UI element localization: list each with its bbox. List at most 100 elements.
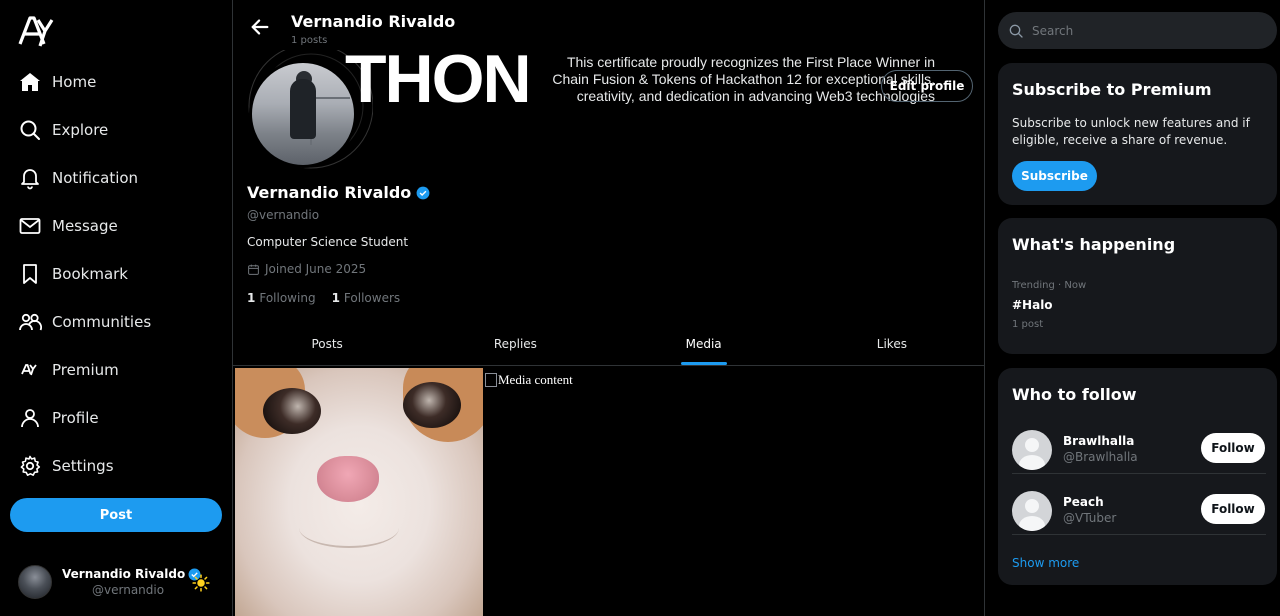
nav-notification-label: Notification <box>52 169 139 187</box>
nav-home-label: Home <box>52 73 97 91</box>
follow-handle: @VTuber <box>1063 511 1117 525</box>
media-item-cat-image[interactable] <box>235 368 483 616</box>
profile-avatar[interactable] <box>249 60 357 168</box>
nav-premium-label: Premium <box>52 361 119 379</box>
follow-handle: @Brawlhalla <box>1063 450 1138 464</box>
media-grid: Media content <box>233 367 984 616</box>
bookmark-icon <box>18 262 42 286</box>
tab-replies[interactable]: Replies <box>421 322 609 365</box>
nav-home[interactable]: Home <box>0 58 232 106</box>
left-sidebar: Home Explore Notification Message Bookma… <box>0 0 232 616</box>
post-button[interactable]: Post <box>10 498 222 532</box>
trend-meta: Trending · Now <box>1012 280 1087 291</box>
subscribe-button[interactable]: Subscribe <box>1012 161 1097 191</box>
premium-card: Subscribe to Premium Subscribe to unlock… <box>998 63 1277 205</box>
premium-title: Subscribe to Premium <box>1012 80 1212 99</box>
tab-media[interactable]: Media <box>610 322 798 365</box>
default-avatar-icon <box>1012 430 1052 470</box>
profile-bio: Computer Science Student <box>247 235 409 249</box>
following-count: 1 <box>247 291 256 305</box>
mail-icon <box>18 214 42 238</box>
nav-bookmark-label: Bookmark <box>52 265 128 283</box>
account-text: Vernandio Rivaldo @vernandio <box>62 567 201 597</box>
media-item-broken[interactable]: Media content <box>485 368 984 616</box>
edit-profile-button[interactable]: Edit profile <box>881 70 973 102</box>
cat-eye-right <box>403 382 461 428</box>
nav-message-label: Message <box>52 217 118 235</box>
sun-icon <box>192 574 210 592</box>
main-nav: Home Explore Notification Message Bookma… <box>0 58 232 490</box>
happening-title: What's happening <box>1012 235 1176 254</box>
search-icon <box>1009 24 1023 38</box>
nav-settings-label: Settings <box>52 457 114 475</box>
profile-joined: Joined June 2025 <box>247 262 366 276</box>
followers-count: 1 <box>331 291 340 305</box>
profile-main: THON This certificate proudly recognizes… <box>232 0 985 616</box>
app-root: Home Explore Notification Message Bookma… <box>0 0 1280 616</box>
follow-title: Who to follow <box>1012 385 1137 404</box>
arrow-left-icon <box>251 19 269 35</box>
back-button[interactable] <box>247 14 273 40</box>
nav-premium[interactable]: Premium <box>0 346 232 394</box>
show-more-link[interactable]: Show more <box>1012 556 1079 570</box>
bell-icon <box>18 166 42 190</box>
trend-post-count: 1 post <box>1012 319 1044 330</box>
account-name-row: Vernandio Rivaldo <box>62 567 201 581</box>
people-icon <box>18 310 42 334</box>
follow-button[interactable]: Follow <box>1201 494 1265 524</box>
profile-name: Vernandio Rivaldo <box>247 183 412 202</box>
home-icon <box>18 70 42 94</box>
search-box[interactable] <box>998 12 1277 49</box>
topbar-post-count: 1 posts <box>291 35 328 46</box>
nav-explore[interactable]: Explore <box>0 106 232 154</box>
broken-image-icon <box>485 373 497 387</box>
user-icon <box>18 406 42 430</box>
tab-likes[interactable]: Likes <box>798 322 984 365</box>
account-name: Vernandio Rivaldo <box>62 567 186 581</box>
verified-badge-icon <box>416 186 430 199</box>
profile-stats: 1 Following 1 Followers <box>247 291 400 305</box>
profile-handle: @vernandio <box>247 208 320 222</box>
tab-posts[interactable]: Posts <box>233 322 421 365</box>
default-avatar-icon <box>1012 491 1052 531</box>
search-input[interactable] <box>1032 23 1252 38</box>
whats-happening-card: What's happening Trending · Now #Halo 1 … <box>998 218 1277 354</box>
profile-tabs: Posts Replies Media Likes <box>233 322 984 366</box>
follow-button[interactable]: Follow <box>1201 433 1265 463</box>
app-logo[interactable] <box>18 14 54 48</box>
cat-mouth <box>299 508 399 548</box>
profile-name-row: Vernandio Rivaldo <box>247 183 430 202</box>
follow-name: Peach <box>1063 495 1104 509</box>
account-switcher[interactable]: Vernandio Rivaldo @vernandio <box>18 562 218 602</box>
followers-label: Followers <box>343 291 401 305</box>
broken-media-label: Media content <box>485 372 573 388</box>
gear-icon <box>18 454 42 478</box>
profile-topbar: Vernandio Rivaldo 1 posts <box>233 0 984 52</box>
nav-profile-label: Profile <box>52 409 99 427</box>
following-label: Following <box>259 291 316 305</box>
follow-suggestion[interactable]: Peach @VTuber Follow <box>1012 485 1266 535</box>
premium-logo-icon <box>18 358 42 382</box>
nav-notification[interactable]: Notification <box>0 154 232 202</box>
account-handle: @vernandio <box>92 583 165 597</box>
cat-nose <box>317 456 379 502</box>
search-icon <box>18 118 42 142</box>
nav-explore-label: Explore <box>52 121 109 139</box>
nav-settings[interactable]: Settings <box>0 442 232 490</box>
banner-certificate-text: This certificate proudly recognizes the … <box>552 54 935 104</box>
calendar-icon <box>248 264 259 275</box>
nav-communities[interactable]: Communities <box>0 298 232 346</box>
follow-suggestion[interactable]: Brawlhalla @Brawlhalla Follow <box>1012 424 1266 474</box>
followers-link[interactable]: 1 Followers <box>332 291 401 305</box>
nav-communities-label: Communities <box>52 313 152 331</box>
nav-bookmark[interactable]: Bookmark <box>0 250 232 298</box>
avatar-railing <box>310 97 350 145</box>
following-link[interactable]: 1 Following <box>247 291 316 305</box>
nav-profile[interactable]: Profile <box>0 394 232 442</box>
nav-message[interactable]: Message <box>0 202 232 250</box>
account-avatar <box>18 565 52 599</box>
premium-description: Subscribe to unlock new features and if … <box>1012 116 1250 147</box>
ay-logo-icon <box>18 16 54 47</box>
avatar-person <box>290 79 316 139</box>
trend-hashtag[interactable]: #Halo <box>1012 298 1053 312</box>
